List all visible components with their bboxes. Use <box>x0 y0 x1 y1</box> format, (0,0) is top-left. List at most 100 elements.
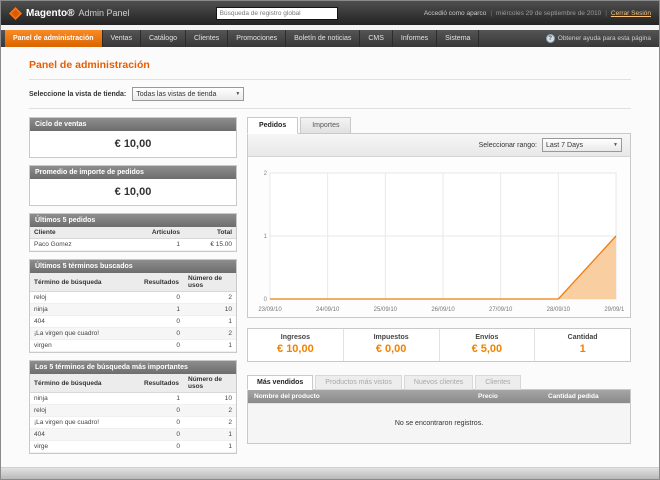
nav-item-sistema[interactable]: Sistema <box>437 30 479 47</box>
table-row[interactable]: ninja 1 10 <box>30 393 236 405</box>
table-row[interactable]: 404 0 1 <box>30 429 236 441</box>
column-header: Término de búsqueda <box>30 374 140 393</box>
nav-item-informes[interactable]: Informes <box>393 30 437 47</box>
column-header: Precio <box>472 390 542 403</box>
dropdown-arrow-icon: ▼ <box>235 91 240 97</box>
table-header-row: Cliente Artículos Total <box>30 227 236 239</box>
top-search-table: Término de búsqueda Resultados Número de… <box>30 374 236 453</box>
svg-text:29/09/10: 29/09/10 <box>604 307 624 313</box>
table-row[interactable]: virge 0 1 <box>30 441 236 453</box>
dashboard-main: Pedidos Importes Seleccionar rango: Last… <box>247 117 631 444</box>
bestsellers-table: Nombre del producto Precio Cantidad pedi… <box>247 389 631 444</box>
cell-term: ninja <box>30 304 140 316</box>
orders-chart-panel: Seleccionar rango: Last 7 Days ▼ 01223/0… <box>247 133 631 318</box>
brand-name: Magento® <box>26 8 74 19</box>
nav-item-promociones[interactable]: Promociones <box>228 30 286 47</box>
page-help-link[interactable]: ? Obtener ayuda para esta página <box>546 30 659 47</box>
stat-label: Cantidad <box>535 334 630 341</box>
tab-pedidos[interactable]: Pedidos <box>247 117 298 134</box>
svg-text:25/09/10: 25/09/10 <box>374 307 398 313</box>
table-row[interactable]: virgen 0 1 <box>30 340 236 352</box>
chart-area: 01223/09/1024/09/1025/09/1026/09/1027/09… <box>248 157 630 317</box>
range-value: Last 7 Days <box>546 142 583 149</box>
product-tabs: Más vendidos Productos más vistos Nuevos… <box>247 375 631 390</box>
cell-uses: 2 <box>184 405 236 417</box>
logged-in-as: Accedió como aparco <box>424 10 487 17</box>
nav-item-catalogo[interactable]: Catálogo <box>141 30 186 47</box>
window-footer <box>1 467 659 479</box>
svg-text:23/09/10: 23/09/10 <box>258 307 282 313</box>
widget-title: Últimos 5 términos buscados <box>30 260 236 273</box>
stat-value: € 5,00 <box>440 343 535 355</box>
cell-uses: 1 <box>184 340 236 352</box>
stat-value: € 10,00 <box>248 343 343 355</box>
page-help-label: Obtener ayuda para esta página <box>558 35 651 42</box>
table-row[interactable]: ¡La virgen que cuadro! 0 2 <box>30 328 236 340</box>
main-nav: Panel de administración Ventas Catálogo … <box>1 30 659 47</box>
lifetime-sales-widget: Ciclo de ventas € 10,00 <box>29 117 237 158</box>
stat-label: Ingresos <box>248 334 343 341</box>
nav-item-ventas[interactable]: Ventas <box>103 30 141 47</box>
logout-link[interactable]: Cerrar Sesión <box>611 10 651 17</box>
brand: Magento® Admin Panel <box>9 7 130 20</box>
column-header: Nombre del producto <box>248 390 472 403</box>
svg-text:1: 1 <box>264 234 268 240</box>
table-row[interactable]: Paco Gomez 1 € 15.00 <box>30 239 236 251</box>
store-view-select[interactable]: Todas las vistas de tienda ▼ <box>132 87 244 101</box>
cell-items: 1 <box>140 239 184 251</box>
tab-productos-mas-vistos[interactable]: Productos más vistos <box>315 375 402 390</box>
dashboard-columns: Ciclo de ventas € 10,00 Promedio de impo… <box>29 109 631 454</box>
nav-item-boletin[interactable]: Boletín de noticias <box>286 30 360 47</box>
help-icon: ? <box>546 34 555 43</box>
table-row[interactable]: reloj 0 2 <box>30 405 236 417</box>
last-search-widget: Últimos 5 términos buscados Término de b… <box>29 259 237 353</box>
cell-term: reloj <box>30 405 140 417</box>
cell-term: 404 <box>30 429 140 441</box>
table-row[interactable]: ¡La virgen que cuadro! 0 2 <box>30 417 236 429</box>
dashboard-content: Panel de administración Seleccione la vi… <box>1 47 659 467</box>
tab-clientes[interactable]: Clientes <box>475 375 520 390</box>
cell-customer: Paco Gomez <box>30 239 140 251</box>
cell-term: ¡La virgen que cuadro! <box>30 328 140 340</box>
dashboard-sidebar: Ciclo de ventas € 10,00 Promedio de impo… <box>29 117 237 454</box>
cell-results: 0 <box>140 292 184 304</box>
column-header: Artículos <box>140 227 184 239</box>
widget-title: Los 5 términos de búsqueda más important… <box>30 361 236 374</box>
average-orders-value: € 10,00 <box>30 179 236 205</box>
tab-importes[interactable]: Importes <box>300 117 351 134</box>
cell-term: virge <box>30 441 140 453</box>
nav-item-cms[interactable]: CMS <box>360 30 393 47</box>
table-row[interactable]: 404 0 1 <box>30 316 236 328</box>
cell-term: reloj <box>30 292 140 304</box>
global-search-input[interactable] <box>216 7 338 20</box>
nav-item-panel-administracion[interactable]: Panel de administración <box>5 30 103 47</box>
table-header-row: Término de búsqueda Resultados Número de… <box>30 273 236 292</box>
svg-text:24/09/10: 24/09/10 <box>316 307 340 313</box>
page-title: Panel de administración <box>29 59 631 71</box>
column-header: Total <box>184 227 236 239</box>
stat-label: Impuestos <box>344 334 439 341</box>
dropdown-arrow-icon: ▼ <box>613 142 618 148</box>
svg-text:0: 0 <box>264 297 268 303</box>
column-header: Término de búsqueda <box>30 273 140 292</box>
cell-results: 0 <box>140 441 184 453</box>
cell-uses: 1 <box>184 429 236 441</box>
table-row[interactable]: reloj 0 2 <box>30 292 236 304</box>
cell-results: 0 <box>140 340 184 352</box>
widget-title: Ciclo de ventas <box>30 118 236 131</box>
tab-mas-vendidos[interactable]: Más vendidos <box>247 375 313 390</box>
nav-item-clientes[interactable]: Clientes <box>186 30 228 47</box>
stat-value: € 0,00 <box>344 343 439 355</box>
table-row[interactable]: ninja 1 10 <box>30 304 236 316</box>
cell-term: virgen <box>30 340 140 352</box>
column-header: Número de usos <box>184 273 236 292</box>
cell-uses: 1 <box>184 441 236 453</box>
tab-nuevos-clientes[interactable]: Nuevos clientes <box>404 375 473 390</box>
widget-title: Últimos 5 pedidos <box>30 214 236 227</box>
table-header-row: Término de búsqueda Resultados Número de… <box>30 374 236 393</box>
range-select[interactable]: Last 7 Days ▼ <box>542 138 622 152</box>
table-header-row: Nombre del producto Precio Cantidad pedi… <box>248 390 630 403</box>
chart-tabs: Pedidos Importes <box>247 117 631 134</box>
cell-results: 0 <box>140 328 184 340</box>
cell-uses: 2 <box>184 417 236 429</box>
